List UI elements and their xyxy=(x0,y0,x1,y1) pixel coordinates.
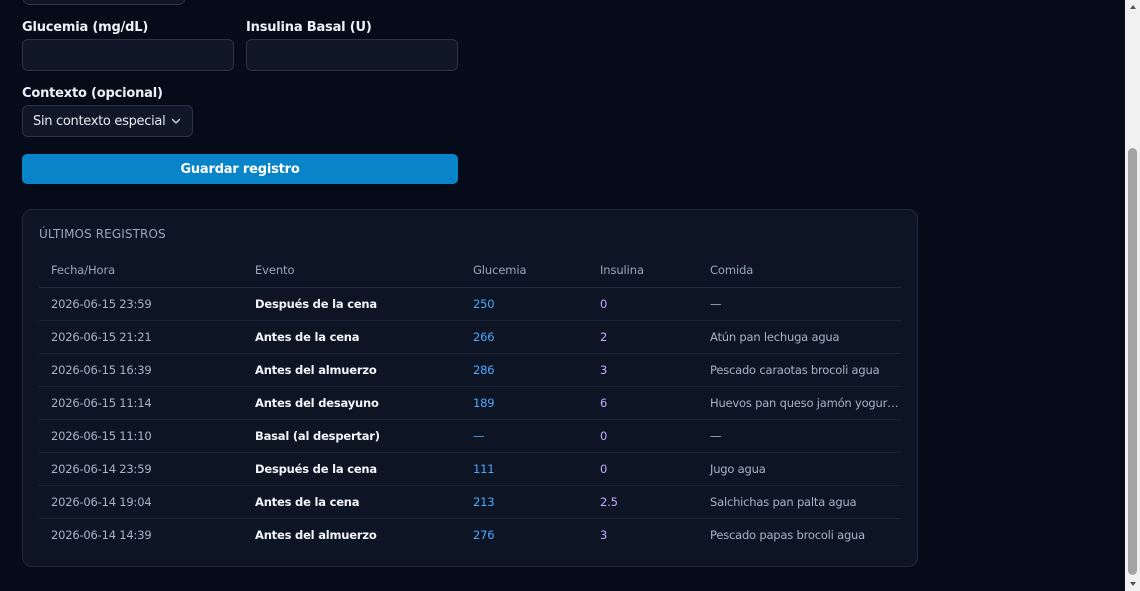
context-label: Contexto (opcional) xyxy=(22,86,163,101)
column-header-event: Evento xyxy=(243,254,461,288)
page: Glucemia (mg/dL) Insulina Basal (U) Cont… xyxy=(0,0,1140,591)
scroll-down-button[interactable] xyxy=(1125,577,1140,591)
records-title: ÚLTIMOS REGISTROS xyxy=(39,227,166,241)
cell-datetime: 2026-06-15 16:39 xyxy=(39,353,243,387)
insulin-input[interactable] xyxy=(246,39,458,71)
cell-event: Antes de la cena xyxy=(243,485,461,519)
previous-field-stub[interactable] xyxy=(22,0,186,5)
triangle-up-icon xyxy=(1129,5,1136,9)
column-header-glucose: Glucemia xyxy=(461,254,588,288)
cell-event: Antes del almuerzo xyxy=(243,353,461,387)
cell-datetime: 2026-06-15 21:21 xyxy=(39,320,243,354)
triangle-down-icon xyxy=(1129,582,1136,586)
cell-glucose: 266 xyxy=(461,320,588,354)
cell-event: Después de la cena xyxy=(243,452,461,486)
cell-meal: — xyxy=(698,287,901,321)
cell-insulin: 6 xyxy=(588,386,698,420)
cell-insulin: 2.5 xyxy=(588,485,698,519)
column-header-insulin: Insulina xyxy=(588,254,698,288)
glucose-input[interactable] xyxy=(22,39,234,71)
cell-glucose: 189 xyxy=(461,386,588,420)
cell-datetime: 2026-06-14 23:59 xyxy=(39,452,243,486)
table-row[interactable]: 2026-06-15 16:39 Antes del almuerzo 286 … xyxy=(39,353,901,387)
cell-datetime: 2026-06-14 14:39 xyxy=(51,527,152,542)
table-row[interactable]: 2026-06-14 23:59 Después de la cena 111 … xyxy=(39,452,901,486)
records-card: ÚLTIMOS REGISTROS Fecha/Hora Evento Gluc… xyxy=(22,209,918,567)
cell-event: Antes del almuerzo xyxy=(255,527,377,542)
cell-event: Después de la cena xyxy=(243,287,461,321)
glucose-label: Glucemia (mg/dL) xyxy=(22,20,149,35)
cell-datetime: 2026-06-14 19:04 xyxy=(39,485,243,519)
cell-glucose: 213 xyxy=(461,485,588,519)
table-row[interactable]: 2026-06-15 11:14 Antes del desayuno 189 … xyxy=(39,386,901,420)
cell-insulin: 0 xyxy=(588,419,698,453)
records-table: Fecha/Hora Evento Glucemia Insulina Comi… xyxy=(39,254,901,551)
cell-insulin: 0 xyxy=(588,452,698,486)
save-record-button[interactable]: Guardar registro xyxy=(22,154,458,184)
cell-meal: Salchichas pan palta agua xyxy=(698,485,901,519)
cell-insulin: 3 xyxy=(588,353,698,387)
insulin-label: Insulina Basal (U) xyxy=(246,20,372,35)
table-row[interactable]: 2026-06-15 23:59 Después de la cena 250 … xyxy=(39,287,901,321)
cell-glucose: 111 xyxy=(461,452,588,486)
column-header-meal: Comida xyxy=(698,254,901,288)
cell-glucose: 276 xyxy=(473,527,495,542)
cell-datetime: 2026-06-15 11:10 xyxy=(39,419,243,453)
cell-glucose: — xyxy=(461,419,588,453)
cell-event: Basal (al despertar) xyxy=(243,419,461,453)
cell-insulin: 2 xyxy=(588,320,698,354)
cell-meal: — xyxy=(698,419,901,453)
cell-meal: Atún pan lechuga agua xyxy=(698,320,901,354)
context-select[interactable]: Sin contexto especial xyxy=(22,105,193,137)
cell-datetime: 2026-06-15 23:59 xyxy=(39,287,243,321)
cell-insulin: 3 xyxy=(600,527,608,542)
column-header-datetime: Fecha/Hora xyxy=(39,254,243,288)
cell-meal: Pescado papas brocoli agua xyxy=(710,527,865,542)
cell-meal: Pescado caraotas brocoli agua xyxy=(698,353,901,387)
cell-glucose: 250 xyxy=(461,287,588,321)
table-row[interactable]: 2026-06-15 11:10 Basal (al despertar) — … xyxy=(39,419,901,453)
table-row[interactable]: 2026-06-14 14:39 Antes del almuerzo 276 … xyxy=(39,518,901,551)
cell-glucose: 286 xyxy=(461,353,588,387)
cell-event: Antes de la cena xyxy=(243,320,461,354)
table-row[interactable]: 2026-06-14 19:04 Antes de la cena 213 2.… xyxy=(39,485,901,519)
cell-datetime: 2026-06-15 11:14 xyxy=(39,386,243,420)
chevron-down-icon xyxy=(171,118,181,124)
cell-meal: Jugo agua xyxy=(698,452,901,486)
scrollbar-thumb[interactable] xyxy=(1128,148,1137,575)
cell-event: Antes del desayuno xyxy=(243,386,461,420)
page-scrollbar[interactable] xyxy=(1125,0,1140,591)
table-header-row: Fecha/Hora Evento Glucemia Insulina Comi… xyxy=(39,254,901,288)
table-row[interactable]: 2026-06-15 21:21 Antes de la cena 266 2 … xyxy=(39,320,901,354)
cell-meal: Huevos pan queso jamón yogurt... xyxy=(698,386,901,420)
cell-insulin: 0 xyxy=(588,287,698,321)
context-selected-value: Sin contexto especial xyxy=(33,113,166,129)
scroll-up-button[interactable] xyxy=(1125,0,1140,14)
